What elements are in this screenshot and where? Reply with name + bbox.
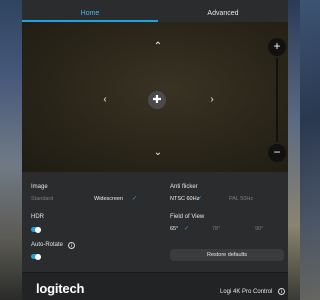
footer: logitech Logi 4K Pro Control i bbox=[22, 272, 288, 300]
desktop-background-left bbox=[0, 0, 22, 300]
auto-rotate-toggle[interactable] bbox=[31, 253, 41, 260]
restore-defaults-button[interactable]: Restore defaults bbox=[170, 249, 284, 261]
desktop-background-right bbox=[288, 0, 300, 300]
title-bar: Home Advanced bbox=[22, 0, 288, 22]
field-of-view-label: Field of View bbox=[170, 214, 205, 220]
anti-flicker-label: Anti flicker bbox=[170, 184, 198, 190]
zoom-in-button[interactable]: + bbox=[268, 38, 286, 56]
fov-option-78[interactable]: 78° bbox=[212, 226, 220, 232]
image-label: Image bbox=[31, 184, 48, 190]
product-name: Logi 4K Pro Control bbox=[220, 289, 273, 295]
fov-option-65[interactable]: 65° bbox=[170, 226, 178, 232]
zoom-slider[interactable] bbox=[276, 58, 278, 142]
zoom-out-button[interactable]: − bbox=[268, 144, 286, 162]
hdr-label: HDR bbox=[31, 214, 44, 220]
image-option-widescreen[interactable]: Widescreen bbox=[94, 196, 123, 202]
app-window: Home Advanced ⌃ ⌄ ‹ › ✚ + − Image Standa… bbox=[22, 0, 288, 300]
checkmark-icon: ✓ bbox=[184, 226, 190, 232]
fov-option-90[interactable]: 90° bbox=[255, 226, 263, 232]
info-icon[interactable]: i bbox=[278, 288, 285, 295]
camera-preview: ⌃ ⌄ ‹ › ✚ + − bbox=[22, 22, 288, 172]
chevron-left-icon[interactable]: ‹ bbox=[100, 95, 110, 105]
checkmark-icon: ✓ bbox=[197, 196, 203, 202]
logitech-logo: logitech bbox=[36, 281, 85, 296]
settings-panel: Image Standard Widescreen ✓ Anti flicker… bbox=[22, 172, 288, 300]
auto-rotate-label: Auto-Rotate bbox=[31, 242, 64, 248]
chevron-up-icon[interactable]: ⌃ bbox=[152, 42, 164, 52]
chevron-down-icon[interactable]: ⌄ bbox=[152, 148, 164, 158]
hdr-toggle[interactable] bbox=[31, 226, 41, 233]
tab-advanced[interactable]: Advanced bbox=[158, 9, 288, 22]
anti-flicker-option-ntsc[interactable]: NTSC 60Hz bbox=[170, 196, 199, 202]
anti-flicker-option-pal[interactable]: PAL 50Hz bbox=[229, 196, 253, 202]
move-icon[interactable]: ✚ bbox=[148, 91, 166, 109]
info-icon[interactable]: i bbox=[68, 242, 75, 249]
image-option-standard[interactable]: Standard bbox=[31, 196, 53, 202]
checkmark-icon: ✓ bbox=[132, 196, 138, 202]
chevron-right-icon[interactable]: › bbox=[207, 95, 217, 105]
